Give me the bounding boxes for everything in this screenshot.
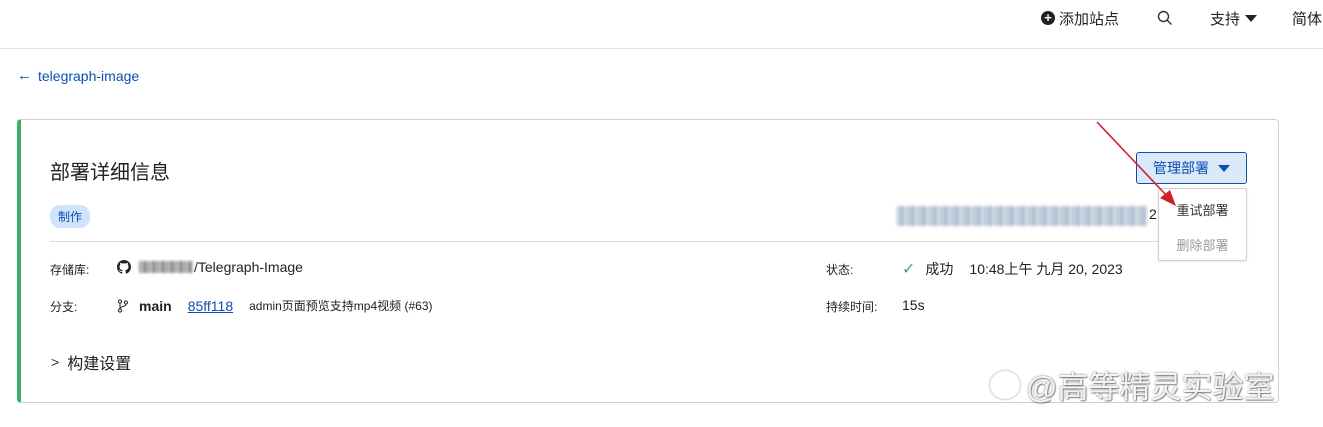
add-site-button[interactable]: + 添加站点 [1041,0,1119,36]
build-settings-toggle[interactable]: > 构建设置 [51,350,131,374]
back-link[interactable]: ← telegraph-image [17,67,139,84]
status-text: 成功 [925,261,954,277]
git-branch-icon [117,298,129,313]
deployment-url-tail: 2 [1149,206,1157,222]
language-label: 简体 [1292,10,1323,28]
commit-message: admin页面预览支持mp4视频 (#63) [249,299,433,313]
add-site-label: 添加站点 [1059,10,1120,28]
weibo-logo-icon [990,370,1020,399]
status-value: ✓ 成功 10:48上午 九月 20, 2023 [902,259,1123,279]
top-bar: + 添加站点 支持 简体 [0,0,1323,49]
plus-circle-icon: + [1041,11,1055,25]
duration-value: 15s [902,297,925,313]
back-link-label: telegraph-image [38,67,140,84]
branch-name: main [139,297,172,314]
caret-down-icon [1245,14,1258,22]
chevron-right-icon: > [51,354,60,370]
page-title: 部署详细信息 [50,162,170,184]
support-menu[interactable]: 支持 [1210,0,1258,36]
repo-label: 存储库: [50,263,90,277]
environment-badge: 制作 [50,205,91,228]
support-label: 支持 [1210,10,1241,28]
divider [50,241,1178,242]
branch-value: main 85ff118 admin页面预览支持mp4视频 (#63) [117,297,433,314]
blurred-repo-owner [139,261,193,273]
watermark-text: @高等精灵实验室 [1026,370,1275,405]
caret-down-icon [1218,164,1230,172]
branch-label: 分支: [50,300,78,314]
repo-value[interactable]: /Telegraph-Image [117,259,303,275]
commit-hash-link[interactable]: 85ff118 [188,298,233,314]
menu-item-retry-deployment[interactable]: 重试部署 [1159,200,1246,219]
status-time: 10:48上午 九月 20, 2023 [969,261,1123,277]
watermark: @高等精灵实验室 [990,362,1274,407]
blurred-deployment-url [897,206,1147,226]
search-icon [1157,10,1172,25]
manage-deployment-label: 管理部署 [1153,160,1209,176]
arrow-left-icon: ← [17,67,32,84]
repo-name: /Telegraph-Image [194,259,303,275]
search-button[interactable] [1157,0,1173,36]
check-icon: ✓ [902,261,916,278]
manage-deployment-button[interactable]: 管理部署 [1136,152,1247,184]
github-icon [117,260,131,274]
menu-item-delete-deployment: 删除部署 [1176,238,1229,253]
duration-label: 持续时间: [826,300,878,314]
language-menu[interactable]: 简体 [1292,0,1322,36]
deployment-details-card: 部署详细信息 制作 2 存储库: /Telegraph-Image 分支: ma… [17,119,1279,403]
status-label: 状态: [826,263,854,277]
manage-deployment-menu: 重试部署 删除部署 [1158,188,1247,261]
build-settings-label: 构建设置 [67,356,132,373]
